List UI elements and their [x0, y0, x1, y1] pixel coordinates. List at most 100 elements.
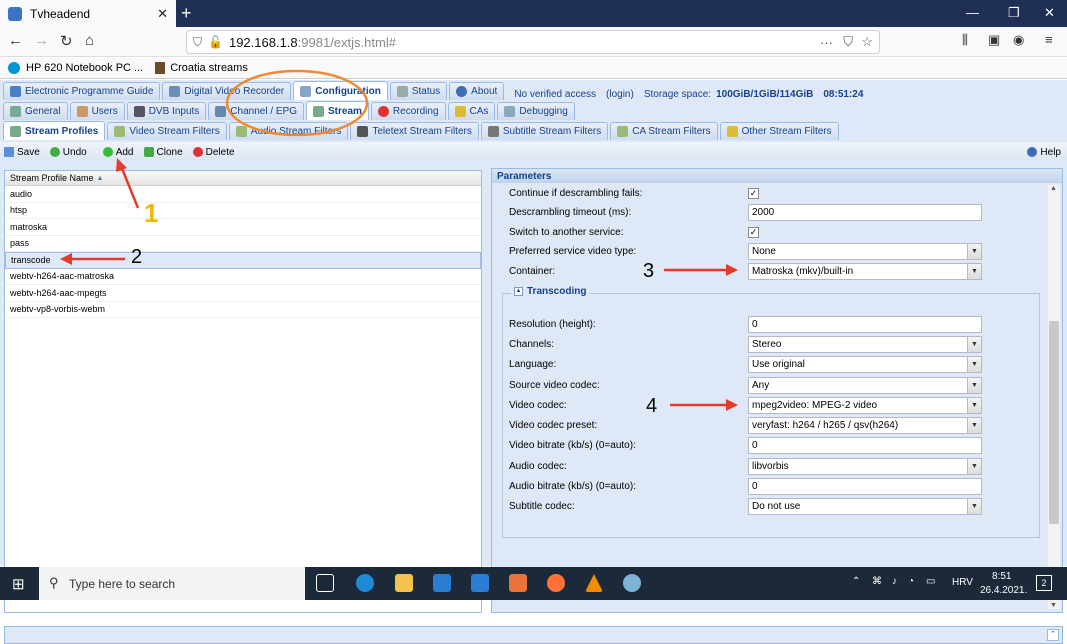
reload-icon[interactable]: ↻	[60, 32, 73, 50]
help-button[interactable]: Help	[1027, 147, 1061, 158]
chevron-down-icon[interactable]: ▼	[967, 398, 981, 413]
collapse-icon[interactable]: ▲	[514, 287, 523, 296]
scroll-thumb[interactable]	[1049, 321, 1059, 524]
undo-button[interactable]: Undo	[49, 147, 87, 158]
login-link[interactable]: (login)	[606, 89, 634, 100]
tab-configuration[interactable]: Configuration	[293, 81, 388, 100]
media-player-icon[interactable]	[509, 574, 527, 592]
taskbar-search[interactable]: ⚲ Type here to search	[39, 567, 305, 600]
language-select[interactable]: Use original ▼	[748, 356, 982, 373]
expand-log-icon[interactable]: ⌃	[1047, 629, 1059, 641]
vlc-icon[interactable]	[585, 574, 603, 592]
table-row[interactable]: matroska	[5, 219, 481, 236]
edge-icon[interactable]	[356, 574, 374, 592]
tab-users[interactable]: Users	[69, 102, 125, 120]
task-view-icon[interactable]	[316, 574, 334, 592]
chevron-down-icon[interactable]: ▼	[967, 357, 981, 372]
table-row[interactable]: audio	[5, 186, 481, 203]
tab-dvb-inputs[interactable]: DVB Inputs	[126, 102, 207, 120]
clock-time[interactable]: 8:51	[992, 571, 1011, 582]
switch-service-checkbox[interactable]: ✓	[748, 227, 759, 238]
tab-other-filters[interactable]: Other Stream Filters	[719, 122, 839, 140]
firefox-icon[interactable]	[547, 574, 565, 592]
close-tab-icon[interactable]: ✕	[157, 6, 168, 22]
tab-epg[interactable]: Electronic Programme Guide	[3, 82, 161, 100]
tab-subtitle-filters[interactable]: Subtitle Stream Filters	[480, 122, 609, 140]
close-window-icon[interactable]: ✕	[1044, 5, 1055, 21]
channels-select[interactable]: Stereo ▼	[748, 336, 982, 353]
page-actions-icon[interactable]: ···	[820, 35, 833, 50]
tab-dvr[interactable]: Digital Video Recorder	[162, 82, 292, 100]
tab-audio-filters[interactable]: Audio Stream Filters	[228, 122, 349, 140]
clock-date[interactable]: 26.4.2021.	[980, 585, 1027, 596]
descrambling-timeout-input[interactable]: 2000	[748, 204, 982, 221]
url-bar[interactable]: ⛉ 🔓 192.168.1.8:9981/extjs.html# ··· ⛉ ☆	[186, 30, 880, 54]
grid-header[interactable]: Stream Profile Name ▲	[5, 171, 481, 186]
chevron-down-icon[interactable]: ▼	[967, 244, 981, 259]
table-row[interactable]: webtv-vp8-vorbis-webm	[5, 302, 481, 318]
tab-debugging[interactable]: Debugging	[497, 102, 575, 120]
tab-cas[interactable]: CAs	[447, 102, 496, 120]
scroll-up-icon[interactable]: ▲	[1050, 185, 1057, 192]
table-row[interactable]: webtv-h264-aac-mpegts	[5, 285, 481, 302]
table-row[interactable]: webtv-h264-aac-matroska	[5, 269, 481, 285]
pocket-icon[interactable]: ⛉	[843, 34, 853, 50]
video-bitrate-input[interactable]: 0	[748, 437, 982, 454]
tab-stream[interactable]: Stream	[306, 101, 369, 120]
bookmark-croatia[interactable]: Croatia streams	[155, 62, 248, 74]
tab-ca-filters[interactable]: CA Stream Filters	[610, 122, 718, 140]
tab-general[interactable]: General	[3, 102, 68, 120]
library-icon[interactable]: ⫼	[962, 32, 968, 48]
chevron-down-icon[interactable]: ▼	[967, 264, 981, 279]
video-codec-preset-select[interactable]: veryfast: h264 / h265 / qsv(h264) ▼	[748, 417, 982, 434]
sidebar-icon[interactable]: ▣	[988, 32, 1000, 48]
clone-button[interactable]: Clone	[143, 147, 183, 158]
chevron-down-icon[interactable]: ▼	[967, 499, 981, 514]
network-icon[interactable]: ⌘	[872, 576, 882, 587]
save-button[interactable]: Save	[4, 147, 40, 158]
chevron-down-icon[interactable]: ▼	[967, 337, 981, 352]
mail-icon[interactable]	[471, 574, 489, 592]
tab-channel-epg[interactable]: Channel / EPG	[208, 102, 305, 120]
account-icon[interactable]: ◉	[1013, 32, 1024, 48]
continue-descramble-checkbox[interactable]: ✓	[748, 188, 759, 199]
notification-center-icon[interactable]: 2	[1036, 575, 1052, 591]
subtitle-codec-select[interactable]: Do not use ▼	[748, 498, 982, 515]
new-tab-icon[interactable]: +	[181, 3, 192, 24]
source-video-codec-select[interactable]: Any ▼	[748, 377, 982, 394]
parameters-scrollbar[interactable]: ▲ ▼	[1048, 185, 1060, 609]
wifi-icon[interactable]: ◔	[908, 576, 914, 587]
browser-tab[interactable]: Tvheadend ✕	[0, 0, 176, 27]
resolution-input[interactable]: 0	[748, 316, 982, 333]
video-codec-select[interactable]: mpeg2video: MPEG-2 video ▼	[748, 397, 982, 414]
add-button[interactable]: Add	[102, 147, 134, 158]
maximize-icon[interactable]: ❐	[1008, 5, 1020, 21]
tab-about[interactable]: About	[449, 82, 505, 100]
container-select[interactable]: Matroska (mkv)/built-in ▼	[748, 263, 982, 280]
audio-bitrate-input[interactable]: 0	[748, 478, 982, 495]
speaker-icon[interactable]: ♪	[892, 576, 897, 587]
tab-recording[interactable]: Recording	[370, 102, 446, 120]
chevron-down-icon[interactable]: ▼	[967, 459, 981, 474]
bookmark-hp[interactable]: HP 620 Notebook PC ...	[8, 62, 143, 74]
battery-icon[interactable]: ▭	[926, 576, 935, 587]
tab-video-filters[interactable]: Video Stream Filters	[107, 122, 227, 140]
language-indicator[interactable]: HRV	[952, 577, 973, 588]
table-row[interactable]: pass	[5, 236, 481, 252]
table-row-selected[interactable]: transcode	[5, 252, 481, 269]
minimize-icon[interactable]: —	[966, 5, 979, 20]
audio-codec-select[interactable]: libvorbis ▼	[748, 458, 982, 475]
transcoding-legend[interactable]: ▲ Transcoding	[511, 286, 590, 297]
chevron-down-icon[interactable]: ▼	[967, 418, 981, 433]
bookmark-star-icon[interactable]: ☆	[861, 34, 873, 50]
menu-icon[interactable]: ≡	[1045, 32, 1053, 47]
tab-status[interactable]: Status	[389, 82, 448, 100]
tray-chevron-icon[interactable]: ⌃	[852, 576, 860, 587]
scroll-down-icon[interactable]: ▼	[1050, 602, 1057, 609]
tab-teletext-filters[interactable]: Teletext Stream Filters	[350, 122, 479, 140]
preferred-video-type-select[interactable]: None ▼	[748, 243, 982, 260]
app-icon[interactable]	[623, 574, 641, 592]
home-icon[interactable]: ⌂	[85, 32, 94, 49]
windows-start-icon[interactable]: ⊞	[12, 575, 25, 593]
tab-stream-profiles[interactable]: Stream Profiles	[3, 121, 106, 140]
